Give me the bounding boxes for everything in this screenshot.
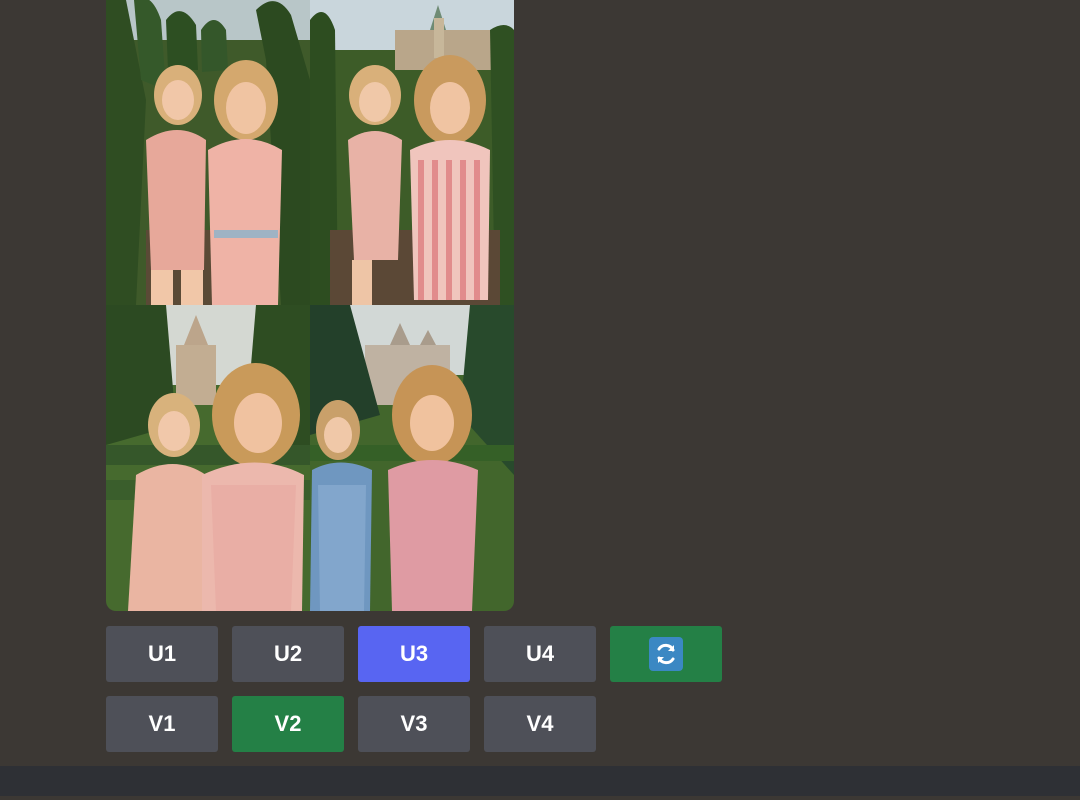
refresh-icon-glyph [657, 643, 675, 665]
image-tile-2-picture [310, 0, 514, 305]
upscale-button-2[interactable]: U2 [232, 626, 344, 682]
image-tile-2[interactable] [310, 0, 514, 305]
message-input-bar[interactable] [0, 766, 1080, 796]
image-tile-4-picture [310, 305, 514, 611]
upscale-button-3[interactable]: U3 [358, 626, 470, 682]
upscale-button-1[interactable]: U1 [106, 626, 218, 682]
variation-button-row: V1 V2 V3 V4 [106, 696, 596, 752]
image-tile-1[interactable] [106, 0, 310, 305]
variation-button-3[interactable]: V3 [358, 696, 470, 752]
upscale-button-row: U1 U2 U3 U4 [106, 626, 722, 682]
upscale-button-4[interactable]: U4 [484, 626, 596, 682]
variation-button-2[interactable]: V2 [232, 696, 344, 752]
reroll-button[interactable] [610, 626, 722, 682]
refresh-icon [649, 637, 683, 671]
image-tile-4[interactable] [310, 305, 514, 611]
variation-button-1[interactable]: V1 [106, 696, 218, 752]
image-grid[interactable] [106, 0, 514, 611]
variation-button-4[interactable]: V4 [484, 696, 596, 752]
image-tile-3[interactable] [106, 305, 310, 611]
image-tile-1-picture [106, 0, 310, 305]
image-tile-3-picture [106, 305, 310, 611]
